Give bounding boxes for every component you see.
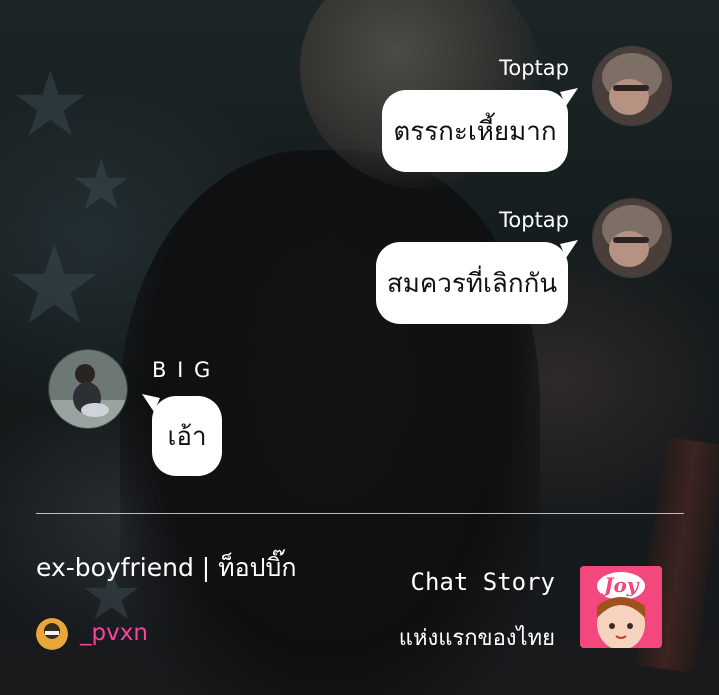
message-text: เอ้า <box>167 421 207 452</box>
author-link[interactable]: _pvxn <box>80 620 148 646</box>
message-text: สมควรที่เลิกกัน <box>386 268 558 299</box>
author-avatar-icon <box>36 618 68 650</box>
message-bubble: เอ้า <box>152 396 222 476</box>
logo-text: Joy <box>604 573 639 597</box>
avatar[interactable] <box>48 349 128 429</box>
sender-name: B I G <box>152 358 213 382</box>
brand-subtitle: แห่งแรกของไทย <box>398 626 555 651</box>
brand-tagline: Chat Story <box>410 568 556 596</box>
bubble-tail <box>142 394 160 412</box>
message-bubble: ตรรกะเหี้ยมาก <box>382 90 568 172</box>
avatar[interactable] <box>592 46 672 126</box>
message-text: ตรรกะเหี้ยมาก <box>393 116 557 147</box>
bubble-tail <box>560 240 578 258</box>
joy-logo: Joy <box>580 566 662 648</box>
avatar[interactable] <box>592 198 672 278</box>
message-bubble: สมควรที่เลิกกัน <box>376 242 568 324</box>
sender-name: Toptap <box>499 56 569 80</box>
divider <box>36 513 684 514</box>
story-title: ex-boyfriend | ท็อปบิ๊ก <box>36 553 297 582</box>
bubble-tail <box>560 88 578 106</box>
sender-name: Toptap <box>499 208 569 232</box>
